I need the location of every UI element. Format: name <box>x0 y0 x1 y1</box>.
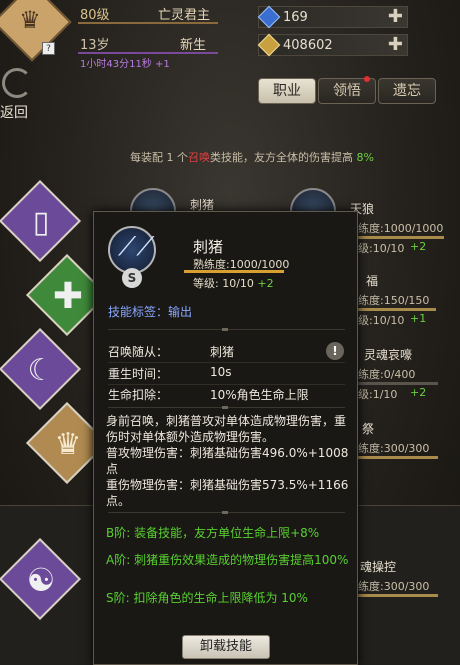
back-arrow-icon <box>2 68 32 98</box>
yin-yang-icon: ☯ <box>26 561 56 599</box>
attr-key: 召唤随从： <box>108 345 169 359</box>
add-gem-button[interactable]: ✚ <box>388 7 403 27</box>
bg-skill-prof: 练度:1000/1000 <box>358 222 444 235</box>
attr-key: 生命扣除： <box>108 388 169 402</box>
help-icon[interactable]: ? <box>42 42 55 55</box>
bg-skill-lvl: 级:10/10 <box>358 314 405 327</box>
bg-skill-lvl: 级:10/10 <box>358 242 405 255</box>
gold-coin-icon <box>257 33 281 57</box>
player-stage: 新生 <box>180 38 207 53</box>
skill-tag: 技能标签：输出 <box>108 305 193 319</box>
attr-key: 重生时间： <box>108 367 169 381</box>
tier-b: B阶: 装备技能，友方单位生命上限+8% <box>106 526 320 540</box>
skill-detail-popup: ⟋⟋ S 刺猪 熟练度:1000/1000 等级: 10/10 +2 技能标签：… <box>93 211 358 665</box>
attr-divider <box>108 362 345 363</box>
bg-skill-name: 福 <box>366 274 379 288</box>
bg-skill-bar <box>358 594 438 597</box>
crown-icon: ♛ <box>54 426 82 462</box>
player-header: ♛ ? 80级 亡灵君主 13岁 新生 1小时43分11秒 +1 169 ✚ 4… <box>0 0 460 75</box>
back-button[interactable]: 返回 <box>0 68 40 124</box>
add-gold-button[interactable]: ✚ <box>388 35 403 55</box>
divider-ornament <box>222 511 228 514</box>
divider-ornament <box>222 406 228 409</box>
bg-skill-prof: 练度:0/400 <box>358 368 416 381</box>
bg-skill-name: 祭 <box>362 422 375 436</box>
back-label: 返回 <box>0 105 28 121</box>
bonus-info: 每装配 1 个召唤类技能，友方全体的伤害提高 8% <box>130 151 374 164</box>
tab-profession[interactable]: 职业 <box>258 78 316 104</box>
blue-gem-icon <box>257 5 281 29</box>
skill-description: 身前召唤，刺猪普攻对单体造成物理伤害，重伤时对单体额外造成物理伤害。 普攻物理伤… <box>106 414 349 508</box>
level-progress-bar <box>78 22 218 24</box>
divider-ornament <box>222 328 228 331</box>
attr-value: 10s <box>210 365 232 379</box>
bg-skill-prof: 练度:300/300 <box>358 442 430 455</box>
player-level: 80级 <box>80 8 110 23</box>
bg-skill-plus: +2 <box>410 386 427 399</box>
tab-forget[interactable]: 遗忘 <box>378 78 436 104</box>
gold-resource: 408602 ✚ <box>257 33 408 57</box>
tier-a: A阶: 刺猪重伤效果造成的物理伤害提高100% <box>106 553 349 567</box>
tier-s: S阶: 扣除角色的生命上限降低为 10% <box>106 591 308 605</box>
skill-level-row: 等级: 10/10 +2 <box>193 277 274 290</box>
claw-icon: ⟋⟋ <box>118 232 155 262</box>
attr-divider <box>108 384 345 385</box>
attr-value: 10%角色生命上限 <box>210 388 309 402</box>
card-icon: ▯ <box>32 204 50 240</box>
gem-count: 169 <box>283 10 308 25</box>
plus-icon: ✚ <box>52 275 84 317</box>
gem-resource: 169 ✚ <box>257 5 408 29</box>
bg-skill-name: 灵魂哀嚎 <box>364 348 413 362</box>
notification-dot <box>364 76 370 82</box>
bg-skill-plus: +1 <box>410 312 427 325</box>
player-age: 13岁 <box>80 38 110 53</box>
bg-skill-bar <box>358 456 438 459</box>
unload-skill-button[interactable]: 卸载技能 <box>182 635 270 659</box>
moon-feather-icon: ☾ <box>27 352 55 388</box>
attr-value: 刺猪 <box>210 345 235 359</box>
warning-icon[interactable]: ! <box>326 342 344 360</box>
bg-skill-bar <box>358 382 438 385</box>
rank-badge: S <box>122 268 142 288</box>
skill-name: 刺猪 <box>193 238 224 256</box>
bg-skill-bar <box>358 236 444 239</box>
bg-skill-lvl: 级:1/10 <box>358 388 398 401</box>
gold-count: 408602 <box>283 38 333 53</box>
age-progress-bar <box>78 52 218 54</box>
player-title: 亡灵君主 <box>158 8 211 23</box>
bg-skill-prof: 练度:150/150 <box>358 294 430 307</box>
bg-skill-name: 魂操控 <box>360 560 397 574</box>
bg-skill-bar <box>358 308 436 311</box>
proficiency-bar <box>184 270 284 273</box>
bg-skill-prof: 练度:300/300 <box>358 580 430 593</box>
age-timer: 1小时43分11秒 +1 <box>80 59 170 70</box>
crown-icon: ♛ <box>19 6 41 34</box>
bg-skill-plus: +2 <box>410 240 427 253</box>
